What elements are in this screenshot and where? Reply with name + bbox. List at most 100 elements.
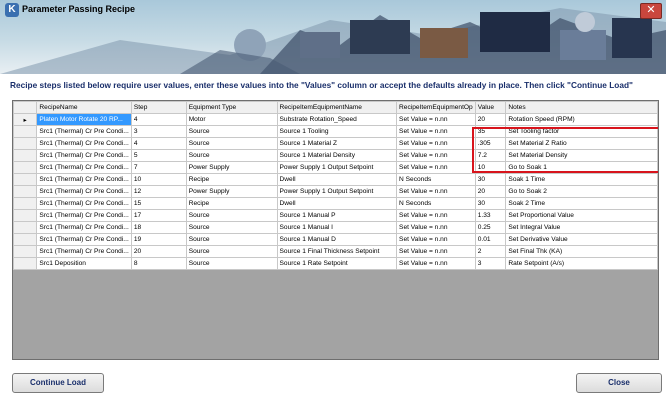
recipe-grid[interactable]: RecipeName Step Equipment Type RecipeItemEq… [12, 100, 659, 360]
row-selector[interactable] [13, 149, 38, 162]
column-header-step[interactable]: Step [130, 101, 187, 114]
cell-equipment-name: Power Supply 1 Output Setpoint [276, 185, 398, 198]
table-row[interactable]: Src1 (Thermal) Cr Pre Condi... 10 Recipe Dw… [13, 173, 658, 186]
cell-step: 7 [130, 161, 187, 174]
row-selector[interactable] [13, 161, 38, 174]
grid-body: ▸ Platen Motor Rotate 20 RP... 4 Motor Subst… [13, 113, 658, 270]
cell-equipment-type: Power Supply [185, 161, 278, 174]
cell-step: 17 [130, 209, 187, 222]
table-row[interactable]: Src1 (Thermal) Cr Pre Condi... 7 Power Sup… [13, 161, 658, 174]
column-header-recipe-name[interactable]: RecipeName [36, 101, 132, 114]
cell-step: 12 [130, 185, 187, 198]
table-row[interactable]: Src1 (Thermal) Cr Pre Condi... 3 Source Sou… [13, 125, 658, 138]
cell-value[interactable]: 30 [474, 197, 507, 210]
cell-notes: Set Material Density [505, 149, 658, 162]
cell-equipment-name: Source 1 Manual P [276, 209, 398, 222]
cell-value[interactable]: 30 [474, 173, 507, 186]
cell-value[interactable]: 7.2 [474, 149, 507, 162]
table-row[interactable]: Src1 Deposition 8 Source Source 1 Rate Setp… [13, 257, 658, 270]
cell-recipe-name: Src1 (Thermal) Cr Pre Condi... [36, 197, 132, 210]
cell-notes: Rotation Speed (RPM) [505, 113, 658, 126]
cell-notes: Set Final Thk (KA) [505, 245, 658, 258]
row-selector[interactable] [13, 221, 38, 234]
cell-value[interactable]: 2 [474, 245, 507, 258]
table-row[interactable]: Src1 (Thermal) Cr Pre Condi... 4 Source Sou… [13, 137, 658, 150]
cell-equipment-op: N Seconds [396, 173, 476, 186]
cell-recipe-name: Src1 (Thermal) Cr Pre Condi... [36, 125, 132, 138]
row-selector[interactable] [13, 257, 38, 270]
cell-equipment-op: Set Value = n.nn [396, 185, 476, 198]
continue-load-button[interactable]: Continue Load [12, 373, 104, 393]
cell-step: 5 [130, 149, 187, 162]
cell-notes: Set Proportional Value [505, 209, 658, 222]
cell-step: 4 [130, 137, 187, 150]
cell-notes: Soak 1 Time [505, 173, 658, 186]
cell-recipe-name: Src1 (Thermal) Cr Pre Condi... [36, 221, 132, 234]
cell-equipment-type: Source [185, 137, 278, 150]
row-selector[interactable] [13, 209, 38, 222]
table-row[interactable]: Src1 (Thermal) Cr Pre Condi... 20 Source So… [13, 245, 658, 258]
cell-equipment-name: Source 1 Manual D [276, 233, 398, 246]
column-header-notes[interactable]: Notes [505, 101, 658, 114]
column-header-value[interactable]: Value [474, 101, 507, 114]
row-selector[interactable] [13, 233, 38, 246]
row-selector[interactable] [13, 197, 38, 210]
row-selector[interactable] [13, 185, 38, 198]
cell-equipment-type: Source [185, 125, 278, 138]
cell-equipment-op: Set Value = n.nn [396, 137, 476, 150]
cell-value[interactable]: 0.25 [474, 221, 507, 234]
cell-recipe-name: Src1 (Thermal) Cr Pre Condi... [36, 173, 132, 186]
table-row[interactable]: Src1 (Thermal) Cr Pre Condi... 5 Source Sou… [13, 149, 658, 162]
cell-equipment-name: Source 1 Tooling [276, 125, 398, 138]
table-row[interactable]: ▸ Platen Motor Rotate 20 RP... 4 Motor Subst… [13, 113, 658, 126]
cell-value[interactable]: 35 [474, 125, 507, 138]
cell-equipment-type: Source [185, 245, 278, 258]
table-row[interactable]: Src1 (Thermal) Cr Pre Condi... 17 Source So… [13, 209, 658, 222]
cell-equipment-type: Motor [185, 113, 278, 126]
column-header-equipment-type[interactable]: Equipment Type [185, 101, 278, 114]
cell-equipment-type: Source [185, 221, 278, 234]
cell-value[interactable]: .305 [474, 137, 507, 150]
cell-notes: Go to Soak 2 [505, 185, 658, 198]
row-selector[interactable] [13, 125, 38, 138]
row-selector[interactable] [13, 137, 38, 150]
row-selector[interactable]: ▸ [13, 113, 38, 126]
cell-equipment-name: Source 1 Material Z [276, 137, 398, 150]
recipe-table: RecipeName Step Equipment Type RecipeItemEq… [13, 101, 658, 270]
cell-notes: Soak 2 Time [505, 197, 658, 210]
cell-equipment-name: Power Supply 1 Output Setpoint [276, 161, 398, 174]
cell-value[interactable]: 3 [474, 257, 507, 270]
close-button[interactable]: Close [576, 373, 662, 393]
cell-value[interactable]: 0.01 [474, 233, 507, 246]
cell-recipe-name: Src1 (Thermal) Cr Pre Condi... [36, 137, 132, 150]
cell-equipment-op: Set Value = n.nn [396, 209, 476, 222]
cell-notes: Set Tooling factor [505, 125, 658, 138]
cell-value[interactable]: 10 [474, 161, 507, 174]
cell-equipment-type: Source [185, 257, 278, 270]
column-header-equipment-op[interactable]: RecipeItemEquipmentOp [396, 101, 476, 114]
cell-recipe-name: Src1 (Thermal) Cr Pre Condi... [36, 233, 132, 246]
cell-step: 10 [130, 173, 187, 186]
table-row[interactable]: Src1 (Thermal) Cr Pre Condi... 19 Source So… [13, 233, 658, 246]
cell-equipment-type: Source [185, 233, 278, 246]
cell-equipment-type: Recipe [185, 197, 278, 210]
cell-equipment-op: Set Value = n.nn [396, 233, 476, 246]
cell-recipe-name: Src1 (Thermal) Cr Pre Condi... [36, 209, 132, 222]
table-row[interactable]: Src1 (Thermal) Cr Pre Condi... 12 Power Su… [13, 185, 658, 198]
row-header-corner [13, 101, 38, 114]
cell-value[interactable]: 20 [474, 185, 507, 198]
table-row[interactable]: Src1 (Thermal) Cr Pre Condi... 18 Source So… [13, 221, 658, 234]
cell-step: 19 [130, 233, 187, 246]
table-row[interactable]: Src1 (Thermal) Cr Pre Condi... 15 Recipe Dw… [13, 197, 658, 210]
cell-step: 8 [130, 257, 187, 270]
cell-notes: Set Derivative Value [505, 233, 658, 246]
cell-equipment-op: Set Value = n.nn [396, 221, 476, 234]
cell-recipe-name: Src1 Deposition [36, 257, 132, 270]
title-bar[interactable]: K Parameter Passing Recipe ✕ [0, 0, 666, 22]
window-close-button[interactable]: ✕ [640, 3, 662, 19]
cell-value[interactable]: 1.33 [474, 209, 507, 222]
cell-value[interactable]: 20 [474, 113, 507, 126]
row-selector[interactable] [13, 173, 38, 186]
row-selector[interactable] [13, 245, 38, 258]
column-header-equipment-name[interactable]: RecipeItemEquipmentName [276, 101, 398, 114]
